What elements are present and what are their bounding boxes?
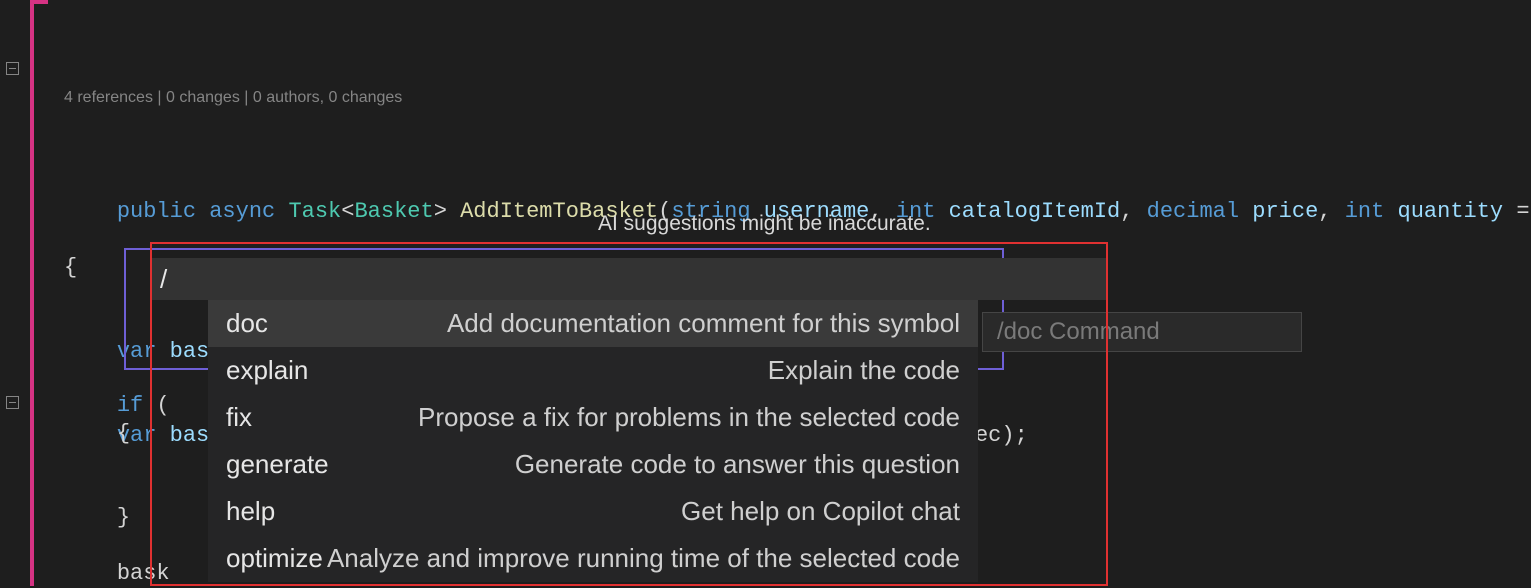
type: Task — [288, 199, 341, 224]
suggestion-generate[interactable]: generate Generate code to answer this qu… — [208, 441, 978, 488]
param: price — [1252, 199, 1318, 224]
command-tooltip: /doc Command — [982, 312, 1302, 352]
param: catalogItemId — [949, 199, 1121, 224]
suggestion-desc: Add documentation comment for this symbo… — [447, 308, 960, 339]
suggestion-desc: Propose a fix for problems in the select… — [418, 402, 960, 433]
codelens[interactable]: 4 references | 0 changes | 0 authors, 0 … — [64, 84, 1531, 112]
suggestion-name: optimize — [226, 543, 323, 574]
code-fragment: bask — [64, 560, 170, 588]
suggestion-explain[interactable]: explain Explain the code — [208, 347, 978, 394]
ai-disclaimer: AI suggestions might be inaccurate. — [598, 212, 931, 236]
suggestion-optimize[interactable]: optimize Analyze and improve running tim… — [208, 535, 978, 582]
suggestion-help[interactable]: help Get help on Copilot chat — [208, 488, 978, 535]
suggestion-fix[interactable]: fix Propose a fix for problems in the se… — [208, 394, 978, 441]
suggestion-doc[interactable]: doc Add documentation comment for this s… — [208, 300, 978, 347]
brace: { — [64, 255, 77, 280]
command-suggestion-list[interactable]: doc Add documentation comment for this s… — [208, 300, 978, 582]
keyword: decimal — [1147, 199, 1239, 224]
suggestion-desc: Get help on Copilot chat — [681, 496, 960, 527]
suggestion-desc: Generate code to answer this question — [515, 449, 960, 480]
editor-gutter — [0, 0, 28, 586]
suggestion-name: help — [226, 496, 275, 527]
code-fragment: } — [64, 504, 130, 532]
fold-icon[interactable] — [6, 62, 19, 75]
suggestion-name: doc — [226, 308, 268, 339]
suggestion-name: fix — [226, 402, 252, 433]
keyword: async — [209, 199, 275, 224]
code-fragment: { — [64, 420, 130, 448]
suggestion-desc: Explain the code — [768, 355, 960, 386]
suggestion-name: explain — [226, 355, 308, 386]
suggestion-desc: Analyze and improve running time of the … — [327, 543, 960, 574]
bracket-guide — [30, 0, 34, 586]
keyword: public — [117, 199, 196, 224]
param: quantity — [1398, 199, 1504, 224]
bracket-guide-top — [30, 0, 48, 4]
code-fragment: if ( — [64, 392, 170, 420]
copilot-prompt-input[interactable] — [150, 258, 1108, 300]
suggestion-name: generate — [226, 449, 329, 480]
keyword: int — [1345, 199, 1385, 224]
fold-icon[interactable] — [6, 396, 19, 409]
type: Basket — [354, 199, 433, 224]
